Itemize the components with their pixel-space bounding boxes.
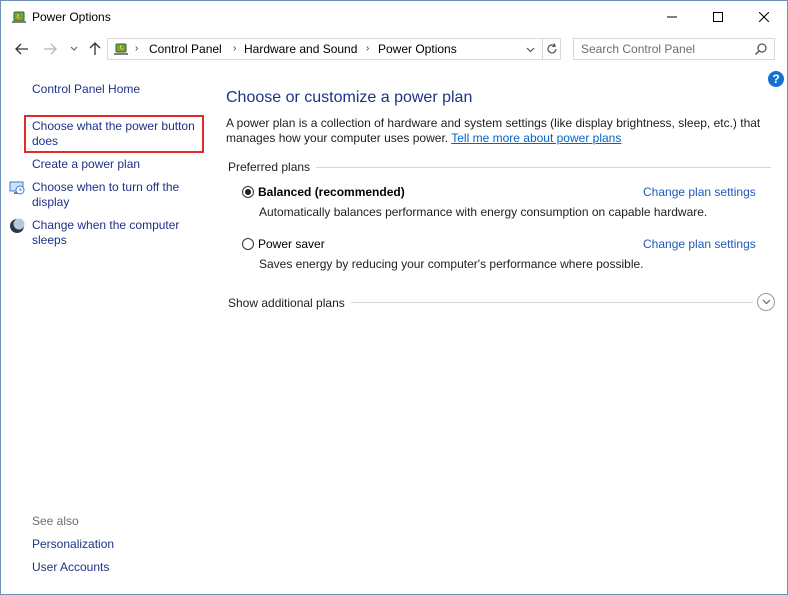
refresh-icon [547, 43, 557, 54]
breadcrumb-separator-icon: › [233, 43, 237, 54]
breadcrumb-control-panel[interactable]: Control Panel [149, 42, 222, 56]
chevron-down-icon [526, 47, 534, 53]
search-box[interactable] [573, 38, 775, 60]
sidebar-link-sleep[interactable]: Change when the computer sleeps [32, 218, 197, 248]
address-bar[interactable]: › Control Panel › Hardware and Sound › P… [107, 38, 561, 60]
change-plan-settings-balanced[interactable]: Change plan settings [643, 185, 756, 199]
minimize-button[interactable] [649, 1, 695, 33]
search-input[interactable] [574, 39, 757, 59]
plan-description-power-saver: Saves energy by reducing your computer's… [259, 257, 644, 271]
breadcrumb-power-options[interactable]: Power Options [378, 42, 457, 56]
breadcrumb-separator-icon: › [366, 43, 370, 54]
chevron-down-icon [762, 299, 770, 305]
sleep-moon-icon [9, 218, 25, 234]
sidebar-link-display-off[interactable]: Choose when to turn off the display [32, 180, 197, 210]
plan-description-balanced: Automatically balances performance with … [259, 205, 708, 219]
plan-name-power-saver[interactable]: Power saver [258, 237, 325, 251]
control-panel-icon [112, 41, 130, 57]
help-icon: ? [772, 72, 780, 86]
sidebar-link-power-button[interactable]: Choose what the power button does [32, 119, 204, 149]
up-button[interactable] [87, 39, 103, 59]
recent-locations-button[interactable] [67, 39, 81, 59]
sidebar-link-create-power-plan[interactable]: Create a power plan [32, 157, 140, 172]
arrow-right-icon [44, 43, 57, 55]
chevron-down-icon [70, 46, 78, 51]
learn-more-link[interactable]: Tell me more about power plans [451, 131, 621, 145]
additional-plans-divider [351, 302, 753, 303]
maximize-button[interactable] [695, 1, 741, 33]
close-button[interactable] [741, 1, 787, 33]
expand-additional-plans-button[interactable] [757, 293, 775, 311]
maximize-icon [713, 12, 723, 22]
see-also-personalization[interactable]: Personalization [32, 537, 114, 552]
close-icon [759, 12, 769, 22]
back-button[interactable] [13, 39, 31, 59]
radio-power-saver[interactable] [242, 238, 254, 250]
see-also-label: See also [32, 514, 79, 528]
title-bar: Power Options [1, 1, 787, 33]
power-options-icon [11, 9, 27, 25]
breadcrumb-hardware-and-sound[interactable]: Hardware and Sound [244, 42, 357, 56]
page-title: Choose or customize a power plan [226, 89, 473, 106]
forward-button[interactable] [41, 39, 59, 59]
arrow-up-icon [89, 42, 101, 55]
sidebar-link-control-panel-home[interactable]: Control Panel Home [32, 82, 140, 97]
address-dropdown-button[interactable] [522, 42, 538, 58]
minimize-icon [667, 16, 677, 18]
display-timer-icon [9, 180, 25, 196]
change-plan-settings-power-saver[interactable]: Change plan settings [643, 237, 756, 251]
help-button[interactable]: ? [768, 71, 784, 87]
window-title: Power Options [32, 10, 111, 24]
arrow-left-icon [15, 43, 28, 55]
sidebar: Control Panel Home Choose what the power… [1, 63, 211, 594]
radio-balanced[interactable] [242, 186, 254, 198]
power-options-window: Power Options › Control Panel › Hardware… [0, 0, 788, 595]
search-icon[interactable] [754, 42, 768, 59]
plan-name-balanced[interactable]: Balanced (recommended) [258, 185, 405, 199]
show-additional-plans-label[interactable]: Show additional plans [228, 296, 345, 310]
page-description: A power plan is a collection of hardware… [226, 116, 766, 146]
preferred-plans-label: Preferred plans [228, 160, 317, 174]
breadcrumb-separator-icon: › [135, 43, 139, 54]
see-also-user-accounts[interactable]: User Accounts [32, 560, 109, 575]
navigation-bar: › Control Panel › Hardware and Sound › P… [1, 35, 787, 63]
refresh-button[interactable] [542, 39, 561, 59]
